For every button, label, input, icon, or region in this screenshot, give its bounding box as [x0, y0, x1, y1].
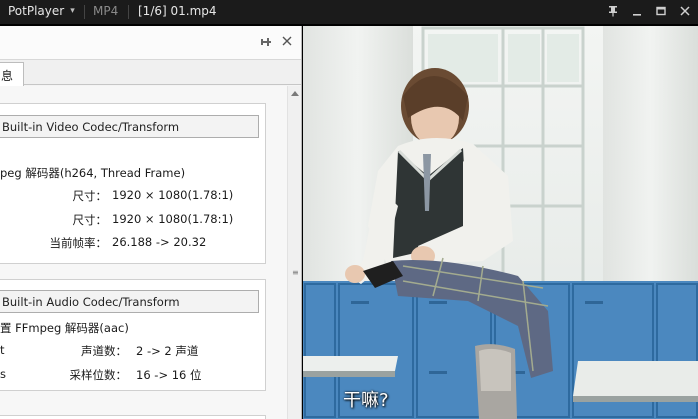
- tab-info[interactable]: 息: [0, 62, 24, 86]
- subtitle-text: 干嘛?: [343, 390, 389, 411]
- scroll-up-icon[interactable]: [291, 90, 299, 96]
- divider: [84, 5, 85, 19]
- video-scene: [303, 26, 698, 419]
- audio-info-group: Built-in Audio Codec/Transform 置 FFmpeg …: [0, 279, 266, 391]
- row-prefix: t: [0, 343, 5, 357]
- video-frame[interactable]: [303, 26, 698, 419]
- scroll-grip-icon[interactable]: ≡: [292, 269, 299, 277]
- file-title: [1/6] 01.mp4: [138, 4, 217, 18]
- panel-tabs: 息: [0, 59, 301, 86]
- chevron-down-icon: ▾: [70, 6, 75, 16]
- divider: [128, 5, 129, 19]
- format-label: MP4: [93, 4, 119, 18]
- pin-icon[interactable]: [260, 36, 272, 48]
- video-info-group: Built-in Video Codec/Transform peg 解码器(h…: [0, 103, 266, 264]
- scrollbar[interactable]: ≡: [287, 86, 301, 419]
- maximize-icon: [656, 6, 666, 16]
- next-info-group: [0, 415, 266, 419]
- title-bar: PotPlayer ▾ MP4 [1/6] 01.mp4: [0, 0, 698, 24]
- size-label: 尺寸：: [72, 189, 108, 203]
- size-label: 尺寸：: [72, 213, 108, 227]
- bits-label: 采样位数：: [69, 368, 128, 382]
- panel-header: [0, 26, 301, 59]
- size-value: 1920 × 1080(1.78:1): [112, 212, 234, 226]
- maximize-button[interactable]: [654, 2, 668, 20]
- channels-value: 2 -> 2 声道: [136, 344, 199, 358]
- close-icon: [680, 6, 690, 16]
- app-menu-button[interactable]: PotPlayer ▾: [8, 4, 75, 18]
- pin-window-button[interactable]: [606, 2, 620, 20]
- minimize-icon: [633, 14, 641, 16]
- size-value: 1920 × 1080(1.78:1): [112, 188, 234, 202]
- app-name: PotPlayer: [8, 4, 65, 18]
- bits-value: 16 -> 16 位: [136, 368, 202, 382]
- pin-icon: [609, 6, 617, 17]
- video-decoder: peg 解码器(h264, Thread Frame): [0, 166, 186, 180]
- info-content: Built-in Video Codec/Transform peg 解码器(h…: [0, 86, 288, 419]
- audio-decoder: 置 FFmpeg 解码器(aac): [0, 321, 129, 335]
- close-button[interactable]: [678, 2, 692, 20]
- row-prefix: s: [0, 367, 6, 381]
- framerate-label: 当前帧率：: [49, 236, 108, 250]
- close-icon[interactable]: [281, 35, 293, 47]
- video-codec-button[interactable]: Built-in Video Codec/Transform: [0, 115, 259, 138]
- minimize-button[interactable]: [630, 2, 644, 20]
- framerate-value: 26.188 -> 20.32: [112, 235, 207, 249]
- audio-codec-button[interactable]: Built-in Audio Codec/Transform: [0, 290, 259, 313]
- channels-label: 声道数：: [81, 344, 127, 358]
- window-controls: [606, 2, 692, 20]
- info-panel: 息 Built-in Video Codec/Transform peg 解码器…: [0, 26, 302, 419]
